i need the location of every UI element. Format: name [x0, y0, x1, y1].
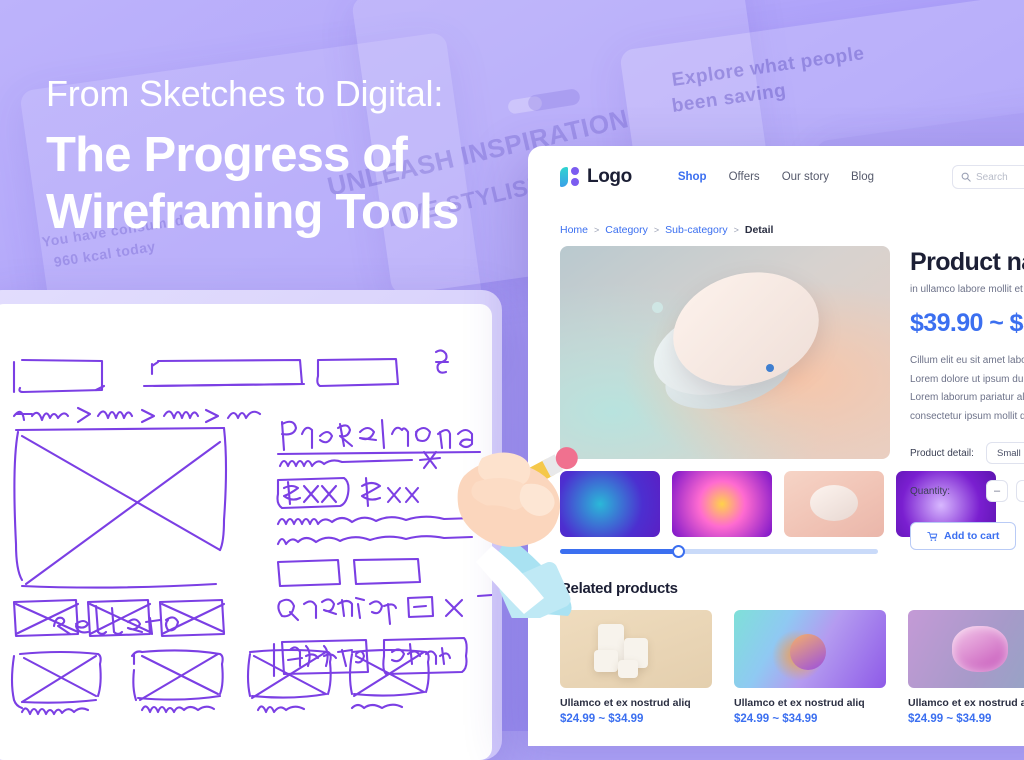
breadcrumb-separator: > — [594, 225, 600, 235]
related-product-card[interactable]: Ullamco et ex nostrud aliq $24.99 ~ $34.… — [560, 610, 712, 725]
product-detail-row: Product detail: Small Medium — [910, 442, 1024, 464]
product-accent-dot-blue — [766, 364, 774, 372]
purchase-buttons: Add to cart Buy now — [910, 522, 1024, 550]
thumbnail-2[interactable] — [672, 471, 772, 537]
site-navbar: Logo Shop Offers Our story Blog Search — [528, 146, 1024, 208]
quantity-value[interactable]: 1 — [1016, 480, 1024, 502]
headline-title-line2: Wireframing Tools — [46, 185, 459, 240]
nav-links: Shop Offers Our story Blog — [678, 171, 874, 183]
sketch-tablet — [0, 290, 502, 760]
product-description: Cillum elit eu sit amet labore Lorem dol… — [910, 352, 1024, 426]
cart-icon — [927, 531, 938, 541]
related-product-price: $24.99 ~ $34.99 — [908, 713, 992, 725]
breadcrumb-item-subcategory[interactable]: Sub-category — [665, 224, 727, 236]
sphere-shape — [790, 634, 826, 670]
product-accent-dot-light — [652, 302, 663, 313]
search-input[interactable]: Search — [952, 165, 1024, 189]
headline-title-line1: The Progress of — [46, 128, 408, 183]
headline-block: From Sketches to Digital: The Progress o… — [46, 72, 459, 241]
nav-link-blog[interactable]: Blog — [851, 171, 874, 183]
breadcrumb-item-category[interactable]: Category — [605, 224, 648, 236]
organic-shape — [952, 626, 1008, 672]
description-line-1: Cillum elit eu sit amet labore — [910, 355, 1024, 366]
breadcrumb-separator: > — [733, 225, 739, 235]
description-line-4: consectetur ipsum mollit qui — [910, 410, 1024, 422]
related-products-title: Related products — [560, 580, 678, 597]
product-info: Product name in ullamco labore mollit et… — [910, 246, 1024, 554]
breadcrumb-item-detail: Detail — [744, 224, 774, 236]
wireframe-sketch-drawing — [10, 349, 492, 716]
related-product-name: Ullamco et ex nostrud aliq — [734, 697, 865, 709]
related-product-image — [560, 610, 712, 688]
logo-leaf-shape — [560, 167, 568, 187]
sketch-paper — [0, 304, 492, 760]
related-product-image — [908, 610, 1024, 688]
cylinder-shape — [618, 660, 638, 678]
brand-logo[interactable]: Logo — [560, 166, 632, 188]
breadcrumb-separator: > — [653, 225, 660, 235]
logo-text: Logo — [587, 166, 632, 187]
nav-link-our-story[interactable]: Our story — [782, 171, 829, 183]
related-product-image — [734, 610, 886, 688]
description-line-3: Lorem laborum pariatur aliqu — [910, 392, 1024, 403]
product-subtitle: in ullamco labore mollit et ex — [910, 284, 1024, 295]
product-price: $39.90 ~ $59.90 — [910, 309, 1024, 337]
size-option-small[interactable]: Small — [986, 442, 1024, 464]
gallery-scrollbar-knob[interactable] — [672, 545, 685, 558]
search-placeholder: Search — [976, 171, 1008, 183]
product-detail-label: Product detail: — [910, 447, 974, 459]
nav-link-offers[interactable]: Offers — [729, 171, 760, 183]
quantity-label: Quantity: — [910, 485, 951, 497]
breadcrumb: Home > Category > Sub-category > Detail — [528, 208, 1024, 246]
logo-dot-top — [571, 167, 579, 175]
search-icon — [961, 172, 971, 182]
quantity-row: Quantity: – 1 + — [910, 480, 1024, 502]
related-product-card[interactable]: Ullamco et ex nostrud aliq $24.99 ~ $34.… — [908, 610, 1024, 725]
related-product-name: Ullamco et ex nostrud aliq — [908, 697, 1024, 709]
description-line-2: Lorem dolore ut ipsum duis e — [910, 373, 1024, 385]
add-to-cart-label: Add to cart — [944, 530, 1000, 542]
related-product-card[interactable]: Ullamco et ex nostrud aliq $24.99 ~ $34.… — [734, 610, 886, 725]
nav-link-shop[interactable]: Shop — [678, 171, 707, 183]
headline-kicker: From Sketches to Digital: — [46, 73, 444, 114]
add-to-cart-button[interactable]: Add to cart — [910, 522, 1017, 550]
product-name: Product name — [910, 248, 1024, 276]
hand-holding-pencil-illustration — [457, 447, 578, 618]
related-product-price: $24.99 ~ $34.99 — [560, 713, 644, 725]
cylinder-shape — [594, 650, 618, 672]
logo-mark-icon — [560, 167, 580, 187]
related-products-grid: Ullamco et ex nostrud aliq $24.99 ~ $34.… — [560, 610, 1024, 725]
related-product-price: $24.99 ~ $34.99 — [734, 713, 818, 725]
quantity-decrease-button[interactable]: – — [986, 480, 1008, 502]
thumbnail-3[interactable] — [784, 471, 884, 537]
breadcrumb-item-home[interactable]: Home — [560, 224, 588, 236]
related-product-name: Ullamco et ex nostrud aliq — [560, 697, 691, 709]
logo-dot-bottom — [571, 178, 579, 186]
